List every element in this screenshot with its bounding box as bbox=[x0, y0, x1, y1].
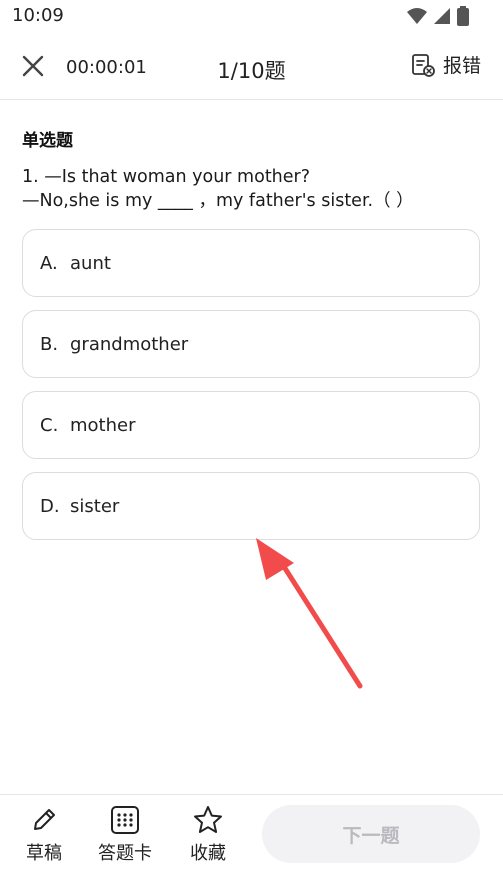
question-line-1: 1. —Is that woman your mother? bbox=[22, 167, 311, 187]
option-d[interactable]: D. sister bbox=[22, 472, 480, 540]
star-icon bbox=[194, 806, 222, 833]
question-type-label: 单选题 bbox=[22, 131, 73, 151]
status-icons bbox=[407, 6, 469, 26]
report-error-label: 报错 bbox=[442, 55, 481, 77]
wifi-icon bbox=[407, 8, 427, 24]
favorite-button[interactable]: 收藏 bbox=[190, 805, 226, 865]
question-line-2: —No,she is my ____ ，my father's sister.（… bbox=[22, 191, 414, 211]
option-text: mother bbox=[70, 414, 136, 436]
option-text: sister bbox=[70, 495, 120, 517]
status-time: 10:09 bbox=[12, 5, 64, 26]
option-letter: B. bbox=[40, 333, 59, 355]
question-text: 1. —Is that woman your mother? —No,she i… bbox=[22, 165, 414, 213]
option-text: aunt bbox=[70, 252, 111, 274]
battery-icon bbox=[457, 6, 469, 26]
report-error-button[interactable]: 报错 bbox=[411, 51, 481, 78]
option-letter: C. bbox=[40, 414, 59, 436]
bottom-bar: 草稿 答题卡 收藏 下一题 bbox=[0, 794, 503, 894]
status-bar: 10:09 bbox=[0, 0, 503, 34]
answer-card-button[interactable]: 答题卡 bbox=[98, 805, 152, 865]
option-text: grandmother bbox=[70, 333, 189, 355]
draft-button[interactable]: 草稿 bbox=[26, 805, 62, 865]
favorite-label: 收藏 bbox=[190, 843, 226, 864]
next-question-button[interactable]: 下一题 bbox=[262, 805, 480, 863]
option-letter: D. bbox=[40, 495, 60, 517]
option-a[interactable]: A. aunt bbox=[22, 229, 480, 297]
answer-card-grid-icon bbox=[111, 806, 139, 834]
option-letter: A. bbox=[40, 252, 58, 274]
report-document-icon bbox=[412, 53, 435, 77]
pencil-icon bbox=[34, 809, 55, 830]
draft-label: 草稿 bbox=[26, 843, 62, 864]
header: 00:00:01 1/10题 报错 bbox=[0, 34, 503, 100]
option-b[interactable]: B. grandmother bbox=[22, 310, 480, 378]
cellular-signal-icon bbox=[434, 8, 450, 24]
option-c[interactable]: C. mother bbox=[22, 391, 480, 459]
answer-card-label: 答题卡 bbox=[98, 843, 152, 864]
